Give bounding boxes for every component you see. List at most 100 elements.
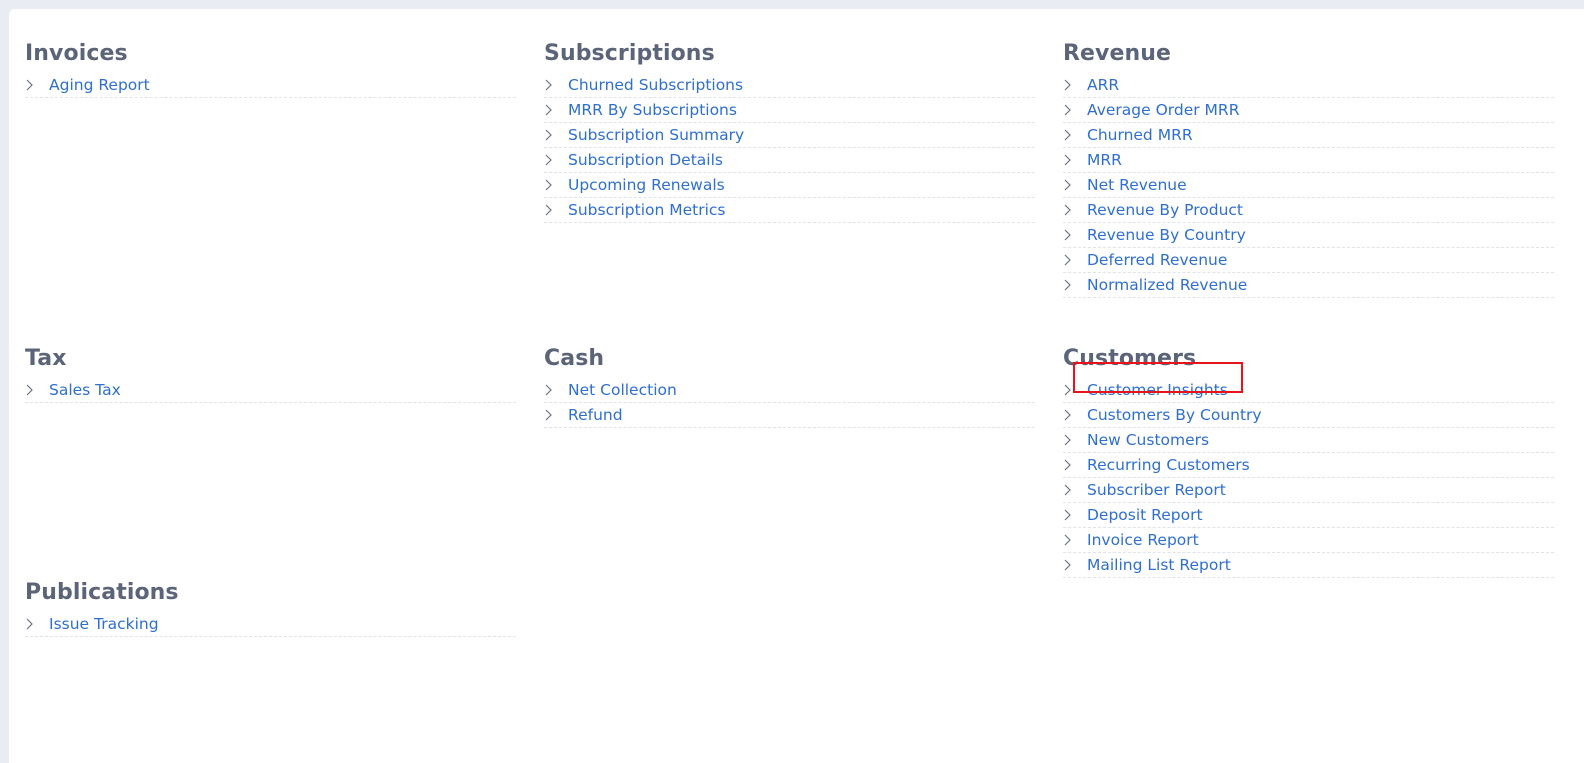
- report-item[interactable]: Deferred Revenue: [1063, 248, 1554, 273]
- report-item[interactable]: Issue Tracking: [25, 612, 516, 637]
- report-link-average-order-mrr[interactable]: Average Order MRR: [1087, 98, 1239, 122]
- report-link-invoice-report[interactable]: Invoice Report: [1087, 528, 1199, 552]
- report-item[interactable]: Deposit Report: [1063, 503, 1554, 528]
- report-link-deferred-revenue[interactable]: Deferred Revenue: [1087, 248, 1227, 272]
- report-link-arr[interactable]: ARR: [1087, 73, 1119, 97]
- section-title: Invoices: [25, 41, 128, 66]
- chevron-right-icon: [1063, 553, 1087, 577]
- chevron-right-icon: [1063, 273, 1087, 297]
- report-item[interactable]: Customers By Country: [1063, 403, 1554, 428]
- section-title: Tax: [25, 346, 67, 371]
- chevron-right-icon: [1063, 98, 1087, 122]
- report-link-upcoming-renewals[interactable]: Upcoming Renewals: [568, 173, 725, 197]
- report-list: Customer Insights Customers By Country N…: [1063, 362, 1554, 578]
- report-link-sales-tax[interactable]: Sales Tax: [49, 378, 121, 402]
- chevron-right-icon: [544, 148, 568, 172]
- report-link-deposit-report[interactable]: Deposit Report: [1087, 503, 1203, 527]
- section-invoices: Invoices Aging Report: [25, 39, 516, 98]
- report-item[interactable]: Sales Tax: [25, 378, 516, 403]
- section-subscriptions: Subscriptions Churned Subscriptions MRR …: [544, 39, 1035, 223]
- report-link-churned-subscriptions[interactable]: Churned Subscriptions: [568, 73, 743, 97]
- section-customers: Customers Customer Insights Customers By…: [1063, 344, 1554, 578]
- report-item[interactable]: Churned Subscriptions: [544, 73, 1035, 98]
- report-link-customers-by-country[interactable]: Customers By Country: [1087, 403, 1262, 427]
- report-link-mrr[interactable]: MRR: [1087, 148, 1122, 172]
- report-link-revenue-by-product[interactable]: Revenue By Product: [1087, 198, 1243, 222]
- report-item[interactable]: Subscription Details: [544, 148, 1035, 173]
- chevron-right-icon: [1063, 73, 1087, 97]
- report-link-subscription-details[interactable]: Subscription Details: [568, 148, 723, 172]
- section-title: Cash: [544, 346, 605, 371]
- report-link-churned-mrr[interactable]: Churned MRR: [1087, 123, 1193, 147]
- report-item[interactable]: ARR: [1063, 73, 1554, 98]
- report-item[interactable]: Subscription Summary: [544, 123, 1035, 148]
- chevron-right-icon: [1063, 248, 1087, 272]
- section-title: Customers: [1063, 346, 1197, 371]
- chevron-right-icon: [25, 378, 49, 402]
- report-link-net-collection[interactable]: Net Collection: [568, 378, 677, 402]
- report-item[interactable]: Customer Insights: [1063, 362, 1554, 403]
- chevron-right-icon: [544, 173, 568, 197]
- chevron-right-icon: [25, 73, 49, 97]
- report-link-customer-insights[interactable]: Customer Insights: [1087, 378, 1228, 402]
- report-item[interactable]: Invoice Report: [1063, 528, 1554, 553]
- report-item[interactable]: Aging Report: [25, 73, 516, 98]
- report-item[interactable]: New Customers: [1063, 428, 1554, 453]
- report-list: Aging Report: [25, 73, 516, 98]
- report-link-subscription-summary[interactable]: Subscription Summary: [568, 123, 744, 147]
- report-link-subscriber-report[interactable]: Subscriber Report: [1087, 478, 1226, 502]
- report-item[interactable]: Average Order MRR: [1063, 98, 1554, 123]
- chevron-right-icon: [1063, 478, 1087, 502]
- report-link-issue-tracking[interactable]: Issue Tracking: [49, 612, 159, 636]
- chevron-right-icon: [1063, 428, 1087, 452]
- report-link-mrr-by-subscriptions[interactable]: MRR By Subscriptions: [568, 98, 737, 122]
- report-link-aging-report[interactable]: Aging Report: [49, 73, 150, 97]
- section-publications: Publications Issue Tracking: [25, 578, 516, 637]
- report-link-subscription-metrics[interactable]: Subscription Metrics: [568, 198, 726, 222]
- report-list: Churned Subscriptions MRR By Subscriptio…: [544, 73, 1035, 223]
- report-item[interactable]: Mailing List Report: [1063, 553, 1554, 578]
- report-item[interactable]: Churned MRR: [1063, 123, 1554, 148]
- report-item[interactable]: Normalized Revenue: [1063, 273, 1554, 298]
- section-title: Publications: [25, 580, 179, 605]
- report-item[interactable]: MRR By Subscriptions: [544, 98, 1035, 123]
- report-link-normalized-revenue[interactable]: Normalized Revenue: [1087, 273, 1247, 297]
- chevron-right-icon: [1063, 173, 1087, 197]
- chevron-right-icon: [1063, 403, 1087, 427]
- report-item[interactable]: Revenue By Country: [1063, 223, 1554, 248]
- report-link-mailing-list-report[interactable]: Mailing List Report: [1087, 553, 1231, 577]
- section-cash: Cash Net Collection Refund: [544, 344, 1035, 428]
- report-item[interactable]: MRR: [1063, 148, 1554, 173]
- chevron-right-icon: [544, 198, 568, 222]
- chevron-right-icon: [544, 123, 568, 147]
- chevron-right-icon: [544, 73, 568, 97]
- report-list: ARR Average Order MRR Churned MRR MRR Ne…: [1063, 73, 1554, 298]
- chevron-right-icon: [544, 378, 568, 402]
- report-item[interactable]: Subscriber Report: [1063, 478, 1554, 503]
- report-item[interactable]: Subscription Metrics: [544, 198, 1035, 223]
- report-link-new-customers[interactable]: New Customers: [1087, 428, 1209, 452]
- chevron-right-icon: [1063, 123, 1087, 147]
- report-item[interactable]: Net Revenue: [1063, 173, 1554, 198]
- report-item[interactable]: Recurring Customers: [1063, 453, 1554, 478]
- chevron-right-icon: [1063, 503, 1087, 527]
- chevron-right-icon: [25, 612, 49, 636]
- report-item[interactable]: Net Collection: [544, 378, 1035, 403]
- report-item[interactable]: Upcoming Renewals: [544, 173, 1035, 198]
- section-title: Revenue: [1063, 41, 1172, 66]
- section-revenue: Revenue ARR Average Order MRR Churned MR…: [1063, 39, 1554, 298]
- section-title: Subscriptions: [544, 41, 715, 66]
- chevron-right-icon: [1063, 198, 1087, 222]
- report-link-refund[interactable]: Refund: [568, 403, 623, 427]
- chevron-right-icon: [1063, 528, 1087, 552]
- report-link-recurring-customers[interactable]: Recurring Customers: [1087, 453, 1250, 477]
- report-list: Issue Tracking: [25, 612, 516, 637]
- report-item[interactable]: Revenue By Product: [1063, 198, 1554, 223]
- report-list: Net Collection Refund: [544, 378, 1035, 428]
- report-link-net-revenue[interactable]: Net Revenue: [1087, 173, 1187, 197]
- chevron-right-icon: [1063, 223, 1087, 247]
- report-item[interactable]: Refund: [544, 403, 1035, 428]
- chevron-right-icon: [1063, 378, 1087, 402]
- report-list: Sales Tax: [25, 378, 516, 403]
- report-link-revenue-by-country[interactable]: Revenue By Country: [1087, 223, 1246, 247]
